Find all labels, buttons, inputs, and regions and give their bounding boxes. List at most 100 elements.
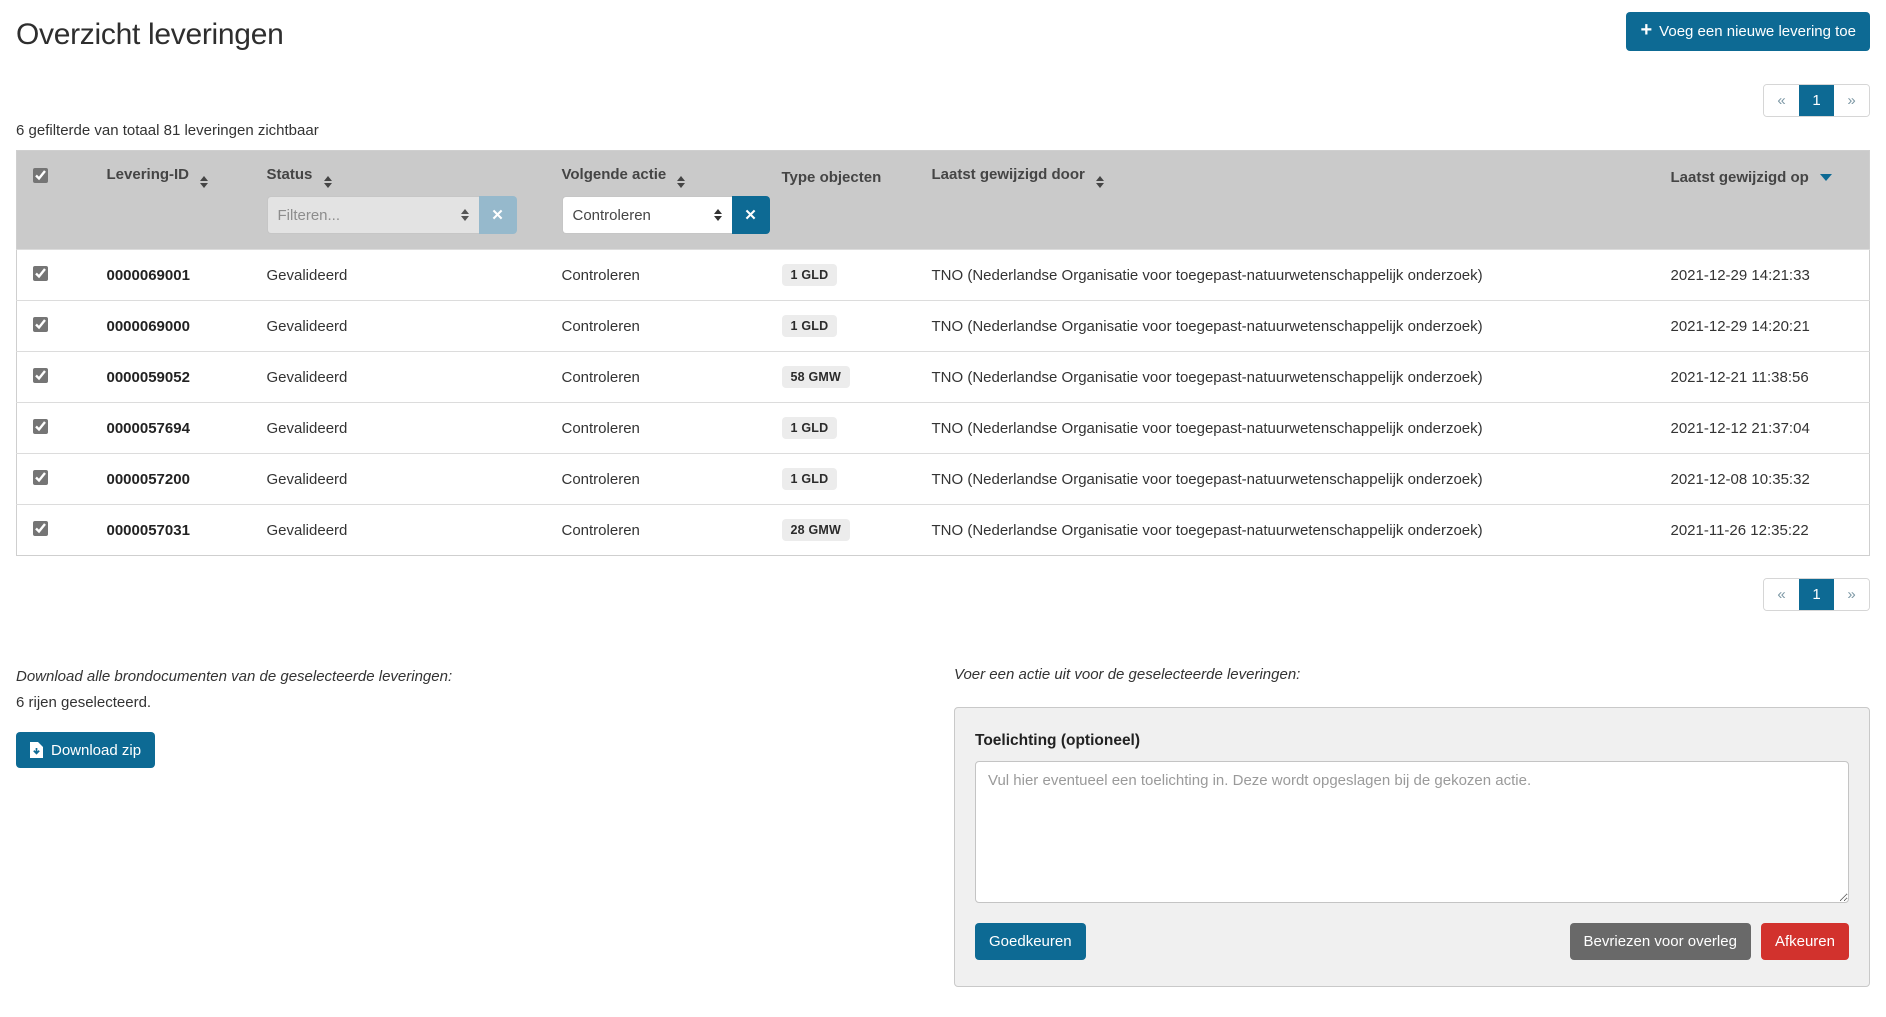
col-header-volgende-actie-label: Volgende actie [562,166,667,183]
download-file-icon [30,742,43,758]
add-delivery-button-label: Voeg een nieuwe levering toe [1659,24,1856,39]
status: Gevalideerd [257,403,552,454]
status-filter-cell: Filteren... ✕ [257,192,552,250]
topbar: Overzicht leveringen + Voeg een nieuwe l… [16,12,1870,52]
pagination-page-1[interactable]: 1 [1799,579,1834,610]
download-zip-button-label: Download zip [51,743,141,758]
pagination-prev-button[interactable]: « [1764,85,1799,116]
leveringen-overview-page: Overzicht leveringen + Voeg een nieuwe l… [0,0,1886,1017]
volgende-actie: Controleren [552,454,772,505]
add-delivery-button[interactable]: + Voeg een nieuwe levering toe [1626,12,1870,51]
table-row[interactable]: 0000057031 Gevalideerd Controleren 28 GM… [17,505,1870,556]
col-header-laatst-gewijzigd-door[interactable]: Laatst gewijzigd door [922,151,1661,193]
volgende-actie-filter-clear-button[interactable]: ✕ [732,196,770,234]
toelichting-textarea[interactable] [975,761,1849,903]
download-zip-button[interactable]: Download zip [16,732,155,768]
page-title: Overzicht leveringen [16,18,283,52]
download-section: Download alle brondocumenten van de gese… [16,666,954,768]
col-header-laatst-gewijzigd-op[interactable]: Laatst gewijzigd op [1661,151,1870,193]
sort-icon [200,176,208,188]
table-row[interactable]: 0000057200 Gevalideerd Controleren 1 GLD… [17,454,1870,505]
filter-summary: 6 gefilterde van totaal 81 leveringen zi… [16,122,1870,139]
sort-icon [677,176,685,188]
pagination-prev-button[interactable]: « [1764,579,1799,610]
row-checkbox[interactable] [33,419,48,434]
pagination-next-button[interactable]: » [1834,579,1869,610]
pagination-bottom: « 1 » [1763,578,1870,611]
type-objecten-badge: 1 GLD [782,417,838,439]
levering-id: 0000069000 [97,301,257,352]
row-checkbox[interactable] [33,317,48,332]
laatst-gewijzigd-op: 2021-12-12 21:37:04 [1661,403,1870,454]
laatst-gewijzigd-door: TNO (Nederlandse Organisatie voor toegep… [922,301,1661,352]
laatst-gewijzigd-door: TNO (Nederlandse Organisatie voor toegep… [922,250,1661,301]
status: Gevalideerd [257,454,552,505]
buttons-spacer [1096,923,1560,960]
table-row[interactable]: 0000057694 Gevalideerd Controleren 1 GLD… [17,403,1870,454]
volgende-actie-filter-value: Controleren [573,207,651,224]
volgende-actie: Controleren [552,301,772,352]
filter-empty-cell [922,192,1661,250]
status-filter-clear-button[interactable]: ✕ [479,196,517,234]
row-checkbox[interactable] [33,521,48,536]
col-header-type-objecten-label: Type objecten [782,169,882,186]
laatst-gewijzigd-op: 2021-11-26 12:35:22 [1661,505,1870,556]
status-filter-value: Filteren... [278,207,341,224]
col-header-status[interactable]: Status [257,151,552,193]
sort-icon [324,176,332,188]
download-section-heading: Download alle brondocumenten van de gese… [16,668,954,685]
row-checkbox[interactable] [33,368,48,383]
leveringen-table: Levering-ID Status Volgende actie Type o… [16,150,1870,556]
pagination-next-button[interactable]: » [1834,85,1869,116]
levering-id: 0000059052 [97,352,257,403]
volgende-actie: Controleren [552,505,772,556]
volgende-actie-filter-cell: Controleren ✕ [552,192,772,250]
laatst-gewijzigd-op: 2021-12-29 14:20:21 [1661,301,1870,352]
toelichting-label: Toelichting (optioneel) [975,732,1849,750]
status-filter: Filteren... ✕ [267,196,517,234]
volgende-actie: Controleren [552,352,772,403]
afkeuren-button[interactable]: Afkeuren [1761,923,1849,960]
select-all-checkbox[interactable] [33,168,48,183]
status: Gevalideerd [257,505,552,556]
filter-empty-cell [97,192,257,250]
volgende-actie-filter-select[interactable]: Controleren [562,196,732,234]
bevriezen-voor-overleg-button[interactable]: Bevriezen voor overleg [1570,923,1751,960]
type-objecten-badge: 1 GLD [782,264,838,286]
laatst-gewijzigd-door: TNO (Nederlandse Organisatie voor toegep… [922,352,1661,403]
row-checkbox[interactable] [33,470,48,485]
status-filter-select[interactable]: Filteren... [267,196,479,234]
status: Gevalideerd [257,301,552,352]
plus-icon: + [1640,20,1652,40]
action-buttons: Goedkeuren Bevriezen voor overleg Afkeur… [975,923,1849,960]
table-row[interactable]: 0000069001 Gevalideerd Controleren 1 GLD… [17,250,1870,301]
pagination-top: « 1 » [1763,84,1870,117]
levering-id: 0000057031 [97,505,257,556]
col-header-volgende-actie[interactable]: Volgende actie [552,151,772,193]
filter-empty-cell [17,192,97,250]
col-header-levering-id-label: Levering-ID [107,166,190,183]
table-row[interactable]: 0000069000 Gevalideerd Controleren 1 GLD… [17,301,1870,352]
filter-empty-cell [772,192,922,250]
goedkeuren-button[interactable]: Goedkeuren [975,923,1086,960]
action-section: Voer een actie uit voor de geselecteerde… [954,666,1870,987]
volgende-actie: Controleren [552,403,772,454]
col-header-status-label: Status [267,166,313,183]
filter-empty-cell [1661,192,1870,250]
table-row[interactable]: 0000059052 Gevalideerd Controleren 58 GM… [17,352,1870,403]
levering-id: 0000069001 [97,250,257,301]
levering-id: 0000057694 [97,403,257,454]
volgende-actie-filter: Controleren ✕ [562,196,770,234]
col-header-type-objecten: Type objecten [772,151,922,193]
type-objecten-badge: 1 GLD [782,468,838,490]
pagination-row-top: « 1 » [16,84,1870,117]
row-checkbox[interactable] [33,266,48,281]
type-objecten-badge: 28 GMW [782,519,851,541]
col-header-levering-id[interactable]: Levering-ID [97,151,257,193]
sort-descending-icon [1820,174,1832,181]
laatst-gewijzigd-op: 2021-12-08 10:35:32 [1661,454,1870,505]
laatst-gewijzigd-op: 2021-12-21 11:38:56 [1661,352,1870,403]
pagination-page-1[interactable]: 1 [1799,85,1834,116]
status: Gevalideerd [257,250,552,301]
table-body: 0000069001 Gevalideerd Controleren 1 GLD… [17,250,1870,556]
